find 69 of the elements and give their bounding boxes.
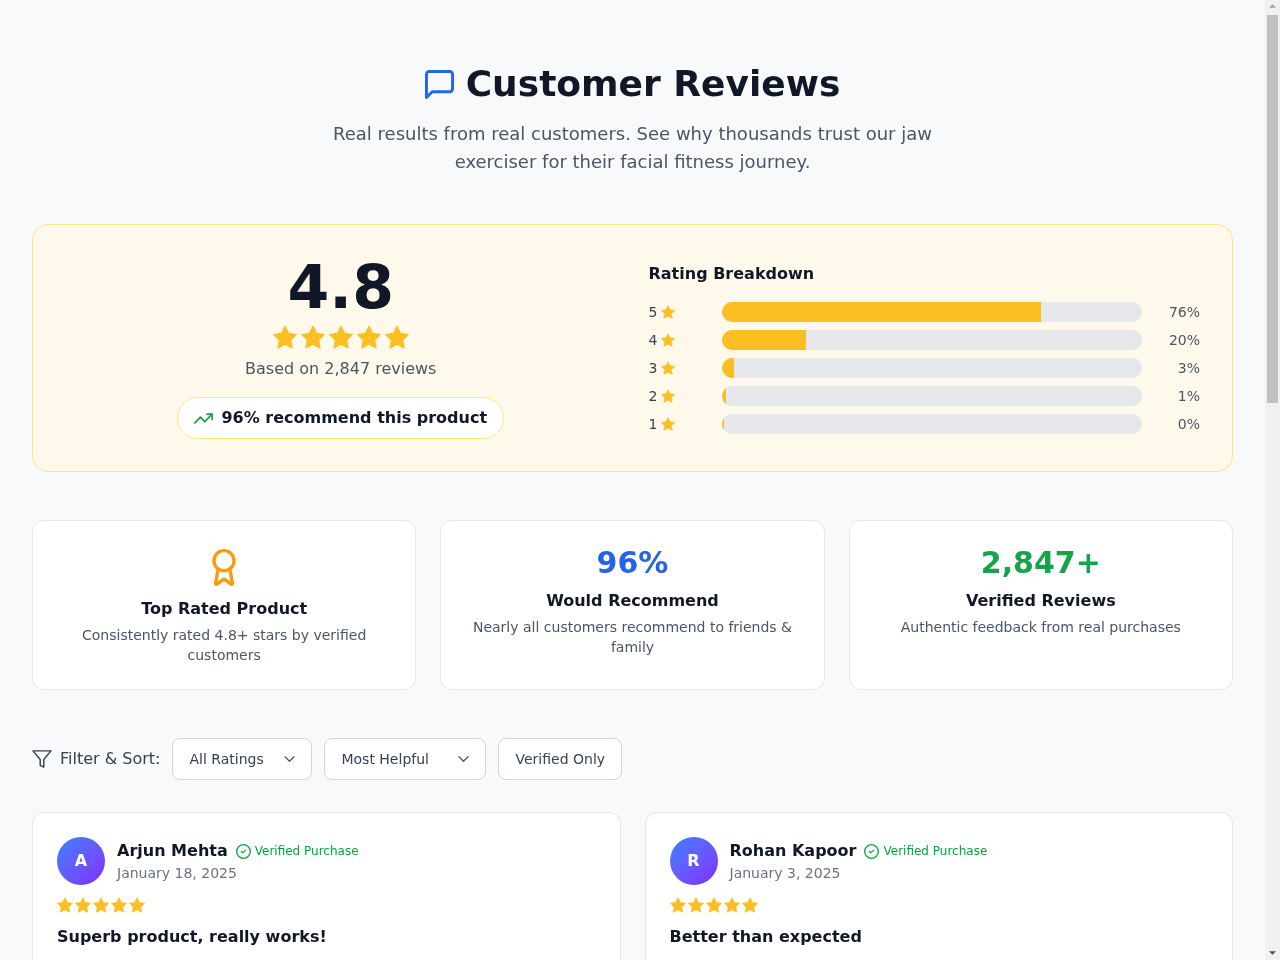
rating-label: 5	[648, 303, 658, 322]
stat-title: Verified Reviews	[965, 590, 1116, 612]
rating-label: 2	[648, 387, 658, 406]
star-icon	[661, 389, 676, 403]
star-icon	[75, 897, 91, 913]
star-icon	[272, 325, 297, 349]
star-icon	[661, 305, 676, 319]
star-icon	[93, 897, 109, 913]
star-icon	[661, 333, 676, 347]
verified-only-button[interactable]: Verified Only	[498, 738, 623, 780]
sort-select[interactable]: All Ratings	[172, 738, 313, 780]
star-icon	[111, 897, 127, 913]
avatar: A	[57, 837, 105, 885]
recommend-text: 96% recommend this product	[221, 407, 488, 429]
chat-bubble-icon	[424, 69, 454, 99]
avatar: R	[669, 837, 718, 885]
average-rating: 4.8	[287, 257, 394, 317]
check-circle-icon	[864, 843, 880, 859]
star-icon	[356, 325, 381, 349]
stat-title: Would Recommend	[546, 590, 719, 612]
star-icon	[723, 897, 740, 913]
reviewer-name: Arjun Mehta	[117, 840, 228, 862]
reviewer-name: Rohan Kapoor	[729, 840, 857, 862]
star-icon	[661, 417, 676, 431]
rating-label: 4	[648, 331, 658, 350]
stat-value: 2,847+	[980, 545, 1101, 581]
star-icon	[57, 897, 73, 913]
star-icon	[669, 897, 686, 913]
star-icon	[129, 897, 145, 913]
review-title: Superb product, really works!	[57, 926, 328, 948]
filter-label: Filter & Sort:	[60, 748, 161, 770]
stat-description: Consistently rated 4.8+ stars by verified customers	[81, 626, 368, 665]
star-icon	[661, 361, 676, 375]
check-circle-icon	[235, 843, 251, 859]
star-icon	[384, 325, 409, 349]
chevron-down-icon	[284, 756, 296, 762]
review-count: Based on 2,847 reviews	[245, 358, 437, 380]
page-title: Customer Reviews	[465, 64, 841, 104]
trending-up-icon	[194, 412, 214, 424]
rating-percent: 1%	[1176, 387, 1200, 406]
review-title: Better than expected	[669, 926, 863, 948]
rating-percent: 0%	[1176, 415, 1200, 434]
stat-value: 96%	[596, 545, 669, 581]
stat-description: Authentic feedback from real purchases	[900, 618, 1181, 637]
chevron-down-icon	[458, 756, 470, 762]
rating-label: 1	[648, 415, 658, 434]
scroll-up-arrow-icon[interactable]	[1269, 4, 1276, 8]
stat-title: Top Rated Product	[141, 598, 308, 620]
scrollbar-thumb[interactable]	[1267, 15, 1278, 403]
stat-description: Nearly all customers recommend to friends & family	[471, 618, 793, 657]
verified-label: Verified Purchase	[254, 843, 359, 859]
scrollbar[interactable]	[1265, 0, 1280, 960]
rating-percent: 3%	[1176, 359, 1200, 378]
rating-percent: 20%	[1167, 331, 1200, 350]
star-icon	[328, 325, 353, 349]
review-date: January 3, 2025	[729, 864, 842, 883]
star-icon	[705, 897, 722, 913]
rating-percent: 76%	[1167, 303, 1200, 322]
star-icon	[687, 897, 704, 913]
filter-icon	[32, 750, 52, 768]
star-icon	[741, 897, 758, 913]
review-date: January 18, 2025	[117, 864, 238, 883]
breakdown-heading: Rating Breakdown	[648, 263, 816, 285]
page-subtitle: Real results from real customers. See why thousands trust our jaw exerciser for their facial fitness journey.	[332, 122, 933, 174]
rating-label: 3	[648, 359, 658, 378]
verified-label: Verified Purchase	[883, 843, 988, 859]
star-icon	[300, 325, 325, 349]
sort-select[interactable]: Most Helpful	[324, 738, 487, 780]
scroll-down-arrow-icon[interactable]	[1269, 951, 1276, 955]
